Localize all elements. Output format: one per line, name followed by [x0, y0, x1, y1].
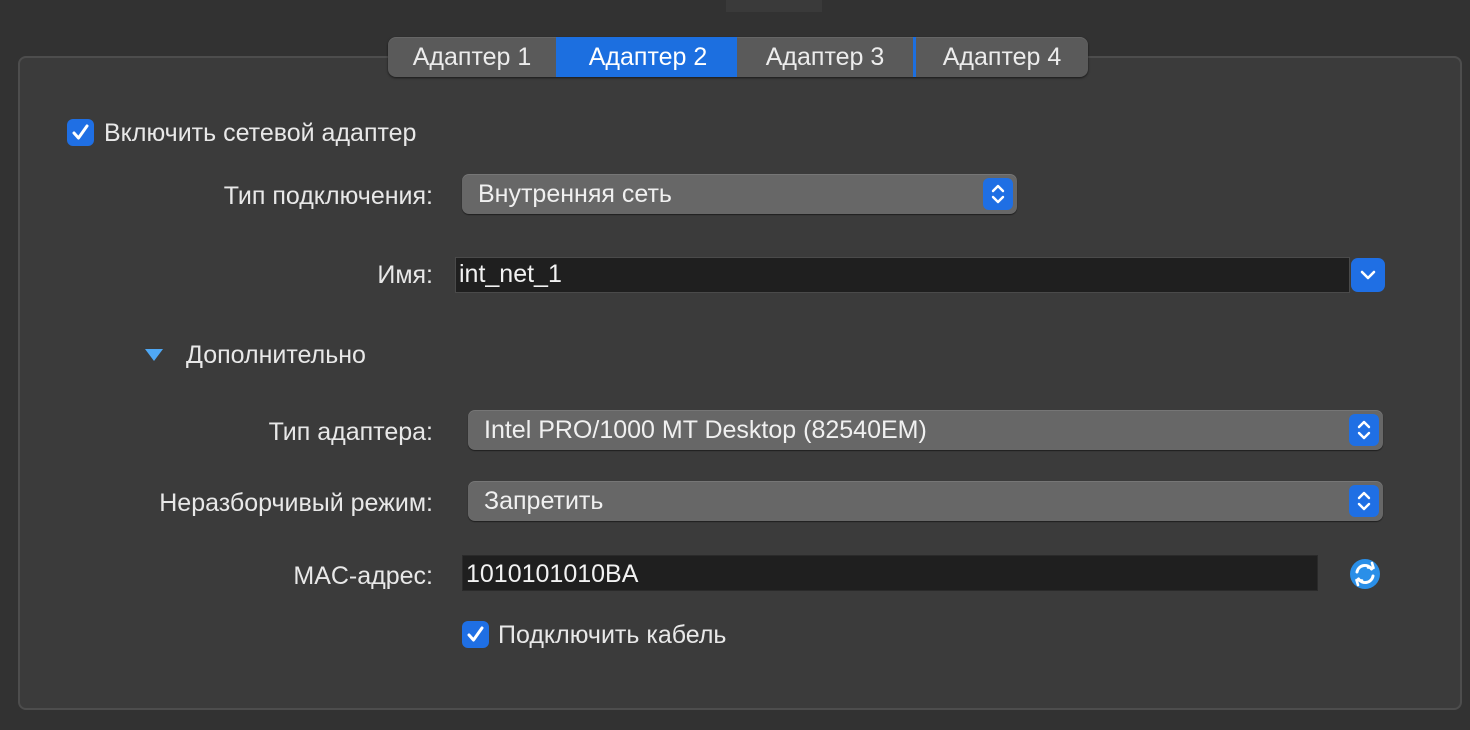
chevron-down-icon	[1360, 270, 1376, 280]
tab-adapter-3[interactable]: Адаптер 3	[737, 37, 913, 77]
adapter-type-value: Intel PRO/1000 MT Desktop (82540EM)	[484, 416, 927, 444]
up-down-chevron-icon	[983, 178, 1013, 210]
refresh-icon	[1350, 559, 1380, 589]
advanced-disclosure-toggle[interactable]	[144, 348, 164, 367]
up-down-chevron-icon	[1349, 485, 1379, 517]
promiscuous-mode-label: Неразборчивый режим:	[159, 489, 433, 517]
enable-adapter-label: Включить сетевой адаптер	[104, 119, 417, 147]
name-label: Имя:	[377, 261, 433, 289]
adapter-type-select[interactable]: Intel PRO/1000 MT Desktop (82540EM)	[468, 410, 1383, 450]
cable-connected-checkbox[interactable]	[462, 621, 489, 648]
network-name-value: int_net_1	[459, 260, 562, 288]
mac-address-value: 1010101010BA	[466, 560, 639, 588]
attached-to-select[interactable]: Внутренняя сеть	[462, 174, 1017, 214]
up-down-chevron-icon	[1349, 414, 1379, 446]
enable-adapter-checkbox[interactable]	[67, 119, 94, 146]
mac-address-label: MAC-адрес:	[293, 562, 433, 590]
attached-to-value: Внутренняя сеть	[478, 180, 672, 208]
network-name-dropdown-button[interactable]	[1351, 258, 1385, 292]
adapter-settings-panel	[18, 56, 1462, 710]
advanced-label[interactable]: Дополнительно	[186, 341, 366, 370]
checkmark-icon	[72, 124, 89, 140]
tab-adapter-4[interactable]: Адаптер 4	[916, 37, 1088, 77]
tab-adapter-2[interactable]: Адаптер 2	[559, 37, 737, 77]
promiscuous-mode-value: Запретить	[484, 487, 604, 515]
generate-mac-button[interactable]	[1349, 558, 1381, 590]
cable-connected-label: Подключить кабель	[498, 621, 727, 649]
network-name-input[interactable]: int_net_1	[455, 257, 1350, 293]
tab-adapter-1[interactable]: Адаптер 1	[388, 37, 556, 77]
window-title-fragment	[726, 0, 822, 12]
mac-address-input[interactable]: 1010101010BA	[462, 555, 1318, 591]
adapter-tabs: Адаптер 1 Адаптер 2 Адаптер 3 Адаптер 4	[388, 37, 1088, 77]
attached-to-label: Тип подключения:	[223, 182, 433, 210]
checkmark-icon	[467, 626, 484, 642]
triangle-down-icon	[145, 349, 163, 361]
adapter-type-label: Тип адаптера:	[268, 418, 433, 446]
promiscuous-mode-select[interactable]: Запретить	[468, 481, 1383, 521]
